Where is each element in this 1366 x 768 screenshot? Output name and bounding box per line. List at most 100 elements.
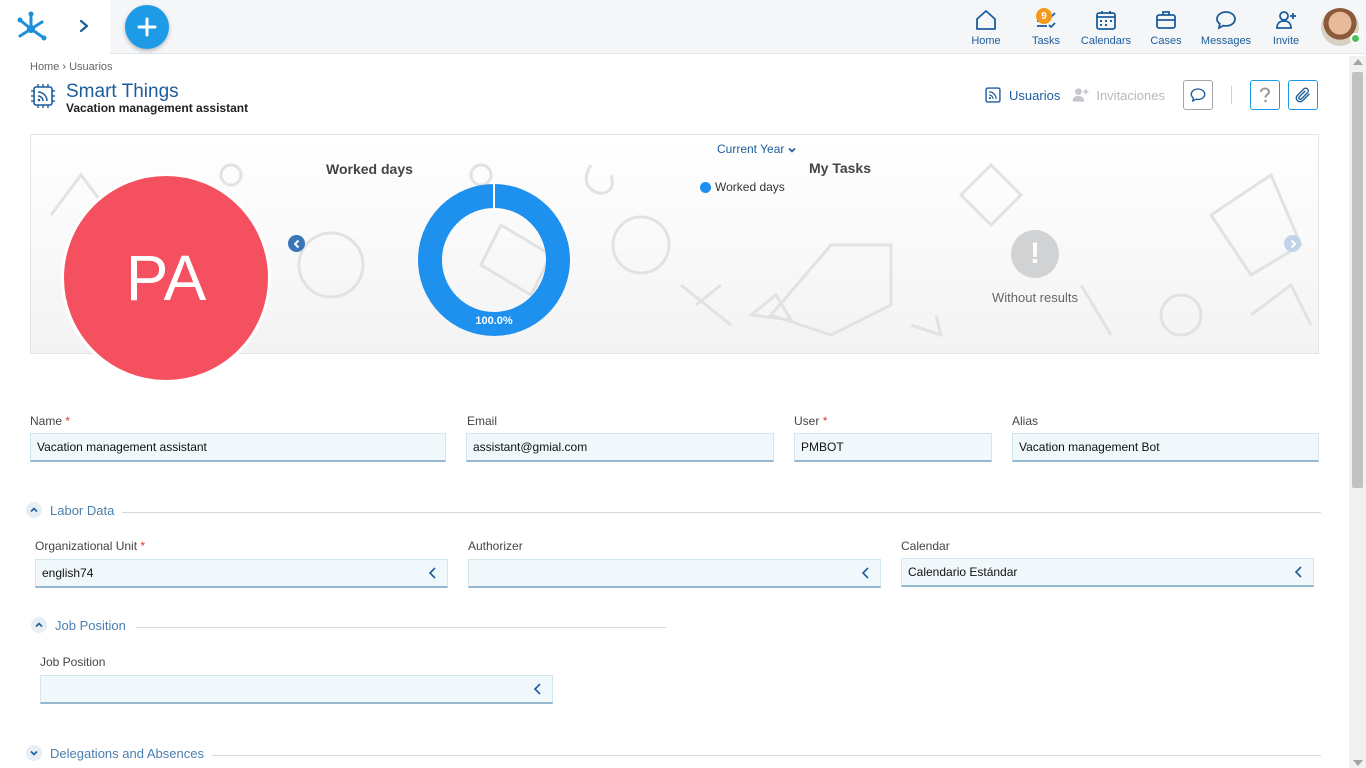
smart-things-icon <box>31 84 55 108</box>
email-label: Email <box>467 414 498 428</box>
org-unit-field[interactable]: english74 <box>35 559 448 588</box>
email-field[interactable]: assistant@gmial.com <box>466 433 774 462</box>
scrollbar-thumb[interactable] <box>1352 72 1363 488</box>
labor-data-title: Labor Data <box>50 502 115 518</box>
name-field[interactable]: Vacation management assistant <box>30 433 446 462</box>
invitaciones-link[interactable]: Invitaciones <box>1070 85 1165 105</box>
chevron-left-icon[interactable] <box>532 682 544 696</box>
usuarios-link-label: Usuarios <box>1009 87 1061 103</box>
chevron-left-icon[interactable] <box>1293 565 1305 579</box>
chevron-right-icon[interactable] <box>76 17 92 35</box>
delegations-title: Delegations and Absences <box>50 745 204 761</box>
calendar-field[interactable]: Calendario Estándar <box>901 558 1314 587</box>
labor-data-section-header[interactable]: Labor Data <box>26 502 114 518</box>
delegations-section-header[interactable]: Delegations and Absences <box>26 745 204 761</box>
online-status-dot <box>1350 33 1361 44</box>
comment-icon <box>1190 88 1206 103</box>
worked-days-donut-chart: 100.0% <box>418 184 570 336</box>
plus-icon <box>137 17 157 37</box>
help-icon <box>1260 87 1271 103</box>
authorizer-field[interactable] <box>468 559 881 588</box>
job-position-label: Job Position <box>40 655 106 669</box>
no-results-text: Without results <box>992 290 1078 305</box>
user-field[interactable]: PMBOT <box>794 433 992 462</box>
nav-messages[interactable]: Messages <box>1196 0 1256 54</box>
user-label: User * <box>794 414 827 428</box>
usuarios-link[interactable]: Usuarios <box>983 85 1060 105</box>
comments-button[interactable] <box>1183 80 1213 110</box>
tasks-badge: 9 <box>1036 8 1052 24</box>
required-marker: * <box>140 539 146 553</box>
org-unit-label: Organizational Unit * <box>35 539 145 553</box>
nav-calendars-label: Calendars <box>1080 35 1132 47</box>
nav-home-label: Home <box>971 35 1001 47</box>
new-button[interactable] <box>125 5 169 49</box>
job-position-section-header[interactable]: Job Position <box>31 617 126 633</box>
nav-tasks-label: Tasks <box>1031 35 1061 47</box>
page-subtitle: Vacation management assistant <box>66 101 249 115</box>
invite-user-icon <box>1072 88 1089 102</box>
job-position-title: Job Position <box>55 617 126 633</box>
user-label-text: User <box>794 414 820 428</box>
calendar-value: Calendario Estándar <box>908 565 1018 579</box>
invite-user-icon <box>1276 11 1296 29</box>
attachments-button[interactable] <box>1288 80 1318 110</box>
exclamation-icon: ! <box>1011 230 1059 278</box>
top-bar: Home 9 Tasks Calendars Cases Messages In… <box>0 0 1366 54</box>
paperclip-icon <box>1295 87 1310 103</box>
name-label-text: Name <box>30 414 63 428</box>
divider <box>136 627 666 628</box>
nav-invite-label: Invite <box>1272 35 1300 47</box>
header-actions: Usuarios Invitaciones <box>983 80 1318 110</box>
worked-days-title: Worked days <box>326 161 413 177</box>
scroll-up-arrow[interactable] <box>1353 59 1363 65</box>
calendar-label: Calendar <box>901 539 950 553</box>
divider <box>212 755 1321 756</box>
job-position-field[interactable] <box>40 675 553 704</box>
chevron-right-icon <box>1290 239 1296 248</box>
user-avatar[interactable] <box>1316 0 1366 54</box>
donut-value-label: 100.0% <box>475 315 513 327</box>
chevron-left-icon[interactable] <box>860 566 872 580</box>
chevron-down-icon <box>788 147 796 153</box>
required-marker: * <box>822 414 828 428</box>
chevron-left-icon[interactable] <box>427 566 439 580</box>
period-select[interactable]: Current Year <box>717 142 796 156</box>
nav-invite[interactable]: Invite <box>1256 0 1316 54</box>
nav-messages-label: Messages <box>1200 35 1252 47</box>
message-icon <box>1216 11 1236 30</box>
alias-label: Alias <box>1012 414 1039 428</box>
org-unit-label-text: Organizational Unit <box>35 539 138 553</box>
banner-prev-button[interactable] <box>288 235 305 252</box>
authorizer-label: Authorizer <box>468 539 523 553</box>
alias-field[interactable]: Vacation management Bot <box>1012 433 1319 462</box>
period-select-value: Current Year <box>717 142 785 156</box>
legend-label: Worked days <box>715 180 785 194</box>
scroll-down-arrow[interactable] <box>1353 760 1363 766</box>
donut-slice-worked-days[interactable] <box>418 184 570 336</box>
user-avatar-large[interactable]: PA <box>61 173 271 383</box>
nav-calendars[interactable]: Calendars <box>1076 0 1136 54</box>
app-logo-icon[interactable] <box>14 10 48 44</box>
nav-tasks[interactable]: 9 Tasks <box>1016 0 1076 54</box>
smart-things-icon <box>985 87 1001 103</box>
chevron-up-icon <box>26 502 42 518</box>
org-unit-value: english74 <box>42 566 94 580</box>
logo-area <box>0 0 110 54</box>
breadcrumb[interactable]: Home › Usuarios <box>30 61 113 73</box>
nav-home[interactable]: Home <box>956 0 1016 54</box>
chevron-down-icon <box>26 745 42 761</box>
nav-cases-label: Cases <box>1150 35 1182 47</box>
banner-next-button[interactable] <box>1284 235 1301 252</box>
chart-legend[interactable]: Worked days <box>700 180 785 194</box>
legend-swatch <box>700 181 711 193</box>
my-tasks-title: My Tasks <box>809 160 871 176</box>
nav-cases[interactable]: Cases <box>1136 0 1196 54</box>
briefcase-icon <box>1156 11 1176 29</box>
top-nav: Home 9 Tasks Calendars Cases Messages In… <box>956 0 1366 54</box>
chevron-up-icon <box>31 617 47 633</box>
help-button[interactable] <box>1250 80 1280 110</box>
divider <box>1231 86 1232 104</box>
name-label: Name * <box>30 414 70 428</box>
divider <box>122 512 1321 513</box>
